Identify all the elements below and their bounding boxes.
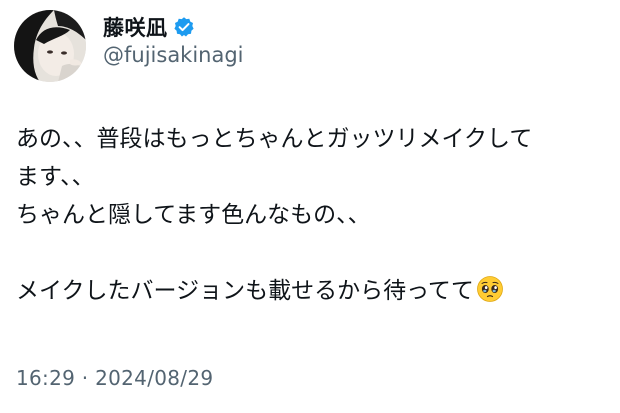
tweet-line: あの、、普段はもっとちゃんとガッツリメイクして bbox=[16, 126, 533, 152]
verified-badge-icon[interactable] bbox=[173, 16, 195, 38]
author-name-row: 藤咲凪 bbox=[103, 12, 195, 42]
display-name[interactable]: 藤咲凪 bbox=[103, 12, 168, 42]
tweet-line: ちゃんと隠してます色んなもの、、 bbox=[16, 202, 371, 228]
tweet-line: メイクしたバージョンも載せるから待ってて bbox=[16, 278, 474, 304]
tweet-timestamp[interactable]: 16:29 · 2024/08/29 bbox=[16, 366, 213, 390]
tweet-body: あの、、普段はもっとちゃんとガッツリメイクして ます、、 ちゃんと隠してます色ん… bbox=[16, 120, 616, 310]
avatar[interactable] bbox=[14, 10, 86, 82]
tweet-line: ます、、 bbox=[16, 164, 95, 190]
tweet-card: 藤咲凪 @fujisakinagi あの、、普段はもっとちゃんとガッツリメイクし… bbox=[0, 0, 620, 413]
author-handle[interactable]: @fujisakinagi bbox=[103, 43, 244, 67]
tweet-line-last: メイクしたバージョンも載せるから待ってて bbox=[16, 272, 616, 310]
profile-photo-icon bbox=[14, 10, 86, 82]
pleading-face-emoji-icon bbox=[476, 275, 504, 303]
